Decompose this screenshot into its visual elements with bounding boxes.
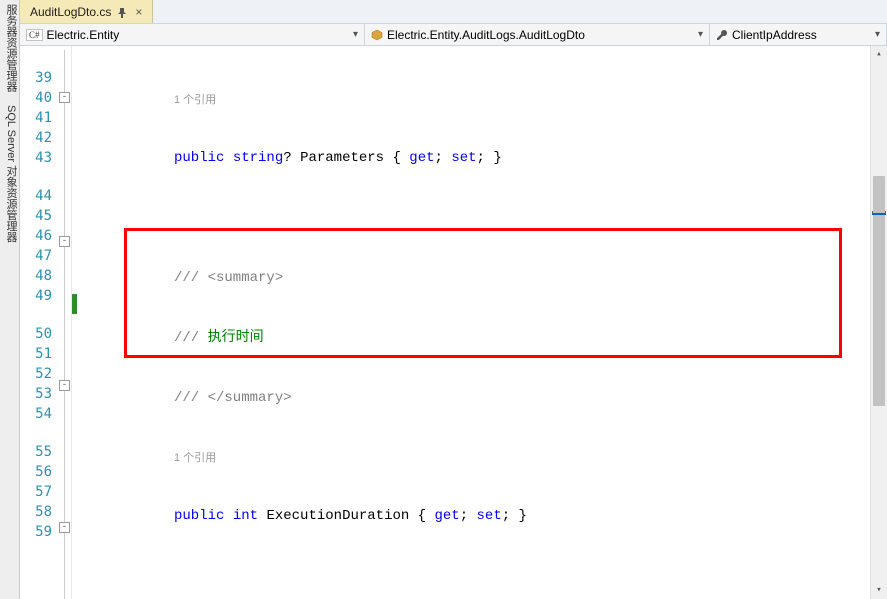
close-icon[interactable]: ×: [133, 5, 144, 19]
navigation-bar: C# Electric.Entity ▾ Electric.Entity.Aud…: [20, 24, 887, 46]
nav-member[interactable]: ClientIpAddress ▾: [710, 24, 887, 45]
vertical-scrollbar[interactable]: ▴ ▾: [870, 46, 887, 599]
nav-class-text: Electric.Entity.AuditLogs.AuditLogDto: [387, 28, 585, 42]
class-icon: [371, 29, 383, 41]
tab-bar: AuditLogDto.cs ×: [20, 0, 887, 24]
scroll-up-button[interactable]: ▴: [871, 46, 887, 63]
pin-icon[interactable]: [117, 7, 127, 17]
chevron-down-icon[interactable]: ▾: [353, 29, 358, 40]
tab-auditlogdto[interactable]: AuditLogDto.cs ×: [20, 0, 153, 23]
fold-gutter: - - - -: [58, 46, 72, 599]
scroll-thumb[interactable]: [873, 176, 885, 406]
fold-toggle[interactable]: -: [59, 522, 70, 533]
csharp-icon: C#: [26, 29, 43, 41]
toolbar-item-server-explorer[interactable]: 服务器资源管理器: [5, 4, 17, 92]
chevron-down-icon[interactable]: ▾: [698, 29, 703, 40]
code-editor[interactable]: 3940414243444546474849505152535455565758…: [20, 46, 887, 599]
fold-toggle[interactable]: -: [59, 92, 70, 103]
scroll-down-button[interactable]: ▾: [871, 582, 887, 599]
vertical-toolbar: 服务器资源管理器 SQL Server 对象资源管理器: [0, 0, 20, 599]
nav-class[interactable]: Electric.Entity.AuditLogs.AuditLogDto ▾: [365, 24, 710, 45]
nav-namespace[interactable]: C# Electric.Entity ▾: [20, 24, 365, 45]
property-icon: [716, 29, 728, 41]
fold-toggle[interactable]: -: [59, 380, 70, 391]
tab-label: AuditLogDto.cs: [30, 5, 111, 19]
line-number-gutter: 3940414243444546474849505152535455565758…: [20, 46, 58, 599]
chevron-down-icon[interactable]: ▾: [875, 29, 880, 40]
code-area[interactable]: 1 个引用 public string? Parameters { get; s…: [78, 46, 887, 599]
nav-namespace-text: Electric.Entity: [47, 28, 120, 42]
fold-toggle[interactable]: -: [59, 236, 70, 247]
nav-member-text: ClientIpAddress: [732, 28, 817, 42]
toolbar-item-sql-server[interactable]: SQL Server 对象资源管理器: [5, 105, 17, 242]
codelens-ref[interactable]: 1 个引用: [174, 94, 216, 106]
codelens-ref[interactable]: 1 个引用: [174, 452, 216, 464]
